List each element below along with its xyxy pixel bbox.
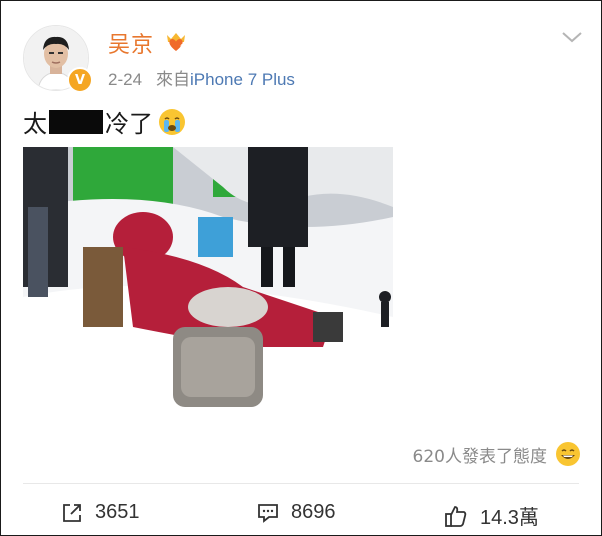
chevron-down-icon[interactable]	[561, 29, 583, 45]
source-prefix: 來自	[156, 70, 191, 89]
weibo-post-card: V 吴京 6 2-24 來自iPhone 7 Plus 太 冷了 620人發表了…	[0, 0, 602, 536]
grin-face-icon	[556, 442, 580, 466]
like-button[interactable]: 14.3萬	[444, 501, 539, 530]
like-count: 14.3萬	[480, 507, 539, 529]
crown-heart-icon: 6	[167, 33, 185, 51]
repost-count: 3651	[95, 501, 140, 523]
comment-icon	[258, 503, 278, 523]
post-meta: 2-24 來自iPhone 7 Plus	[108, 65, 295, 90]
post-image[interactable]	[23, 147, 393, 427]
svg-text:6: 6	[180, 43, 185, 51]
redaction-block	[49, 109, 103, 134]
post-text-end: 冷了	[105, 110, 153, 138]
divider	[23, 483, 579, 484]
crying-face-icon	[159, 108, 185, 135]
comment-count: 8696	[291, 501, 336, 523]
post-text: 太 冷了	[23, 104, 187, 139]
reaction-summary[interactable]: 620人發表了態度	[413, 441, 581, 467]
repost-button[interactable]: 3651	[61, 501, 140, 524]
post-text-start: 太	[23, 110, 47, 138]
reaction-text: 620人發表了態度	[412, 446, 547, 467]
thumbs-up-icon	[445, 505, 467, 527]
username[interactable]: 吴京	[108, 27, 154, 59]
source-link[interactable]: iPhone 7 Plus	[190, 70, 295, 89]
repost-icon	[63, 503, 81, 522]
comment-button[interactable]: 8696	[257, 501, 336, 524]
post-date: 2-24	[108, 70, 143, 89]
verified-badge: V	[67, 67, 93, 93]
